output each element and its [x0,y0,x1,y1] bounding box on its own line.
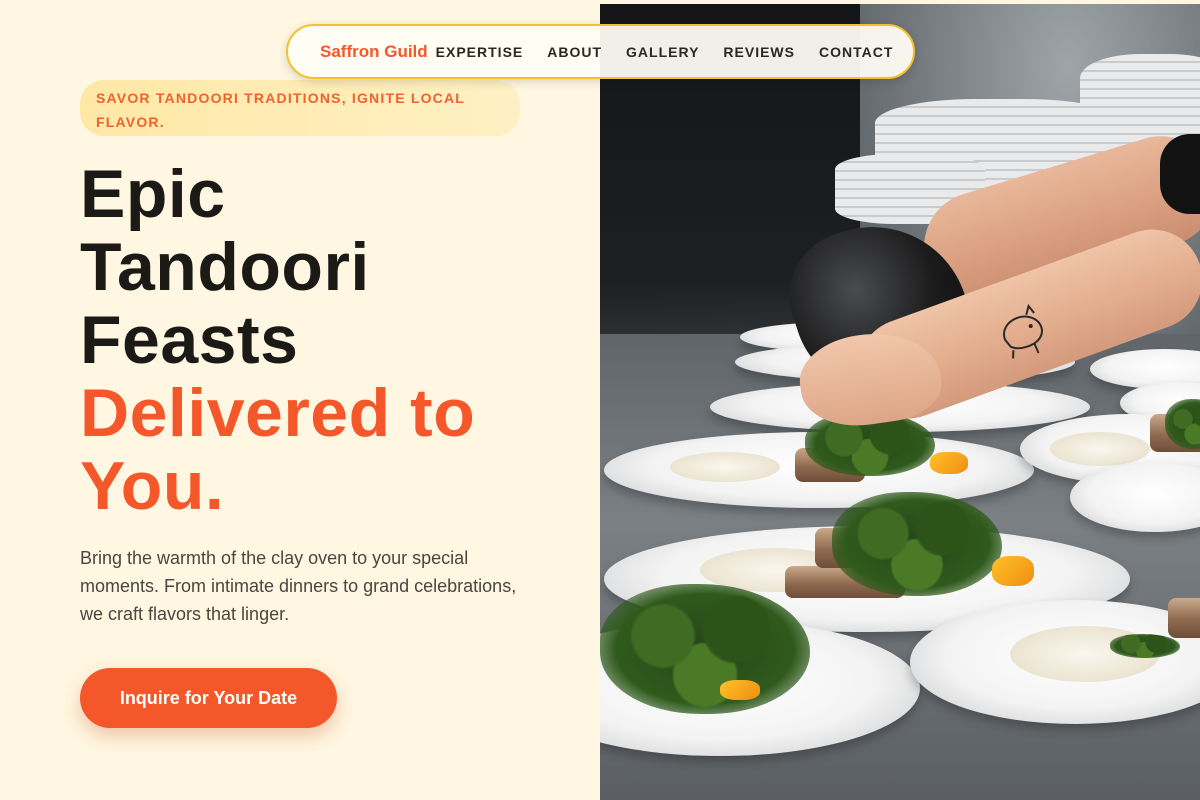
inquire-button[interactable]: Inquire for Your Date [80,668,337,728]
puree [670,452,780,482]
greens-garnish [600,584,810,714]
nav-link-about[interactable]: ABOUT [547,44,602,60]
roasted-pepper [992,556,1034,586]
nav-link-contact[interactable]: CONTACT [819,44,893,60]
headline-line: Feasts [80,302,299,378]
hero-intro: Bring the warmth of the clay oven to you… [80,548,517,624]
roasted-pepper [930,452,968,474]
hero-section: SAVOR TANDOORI TRADITIONS, IGNITE LOCAL … [0,0,600,800]
hero-headline: Epic Tandoori Feasts Delivered to You. [80,158,580,523]
greens-garnish [832,492,1002,596]
greens-garnish [1110,634,1180,658]
nav-links: EXPERTISE ABOUT GALLERY REVIEWS CONTACT [436,44,894,60]
puree [1050,432,1150,466]
tattoo-icon [1003,303,1043,359]
landing-page: SAVOR TANDOORI TRADITIONS, IGNITE LOCAL … [0,0,1200,800]
roasted-pepper [720,680,760,700]
hero-food-photo [600,4,1200,800]
headline-line: Epic [80,156,226,232]
hero-tagline: SAVOR TANDOORI TRADITIONS, IGNITE LOCAL … [80,80,520,136]
tandoori-meat [1168,598,1200,638]
headline-accent-line: Delivered to [80,375,476,451]
chef-sleeve [1160,134,1200,214]
nav-link-reviews[interactable]: REVIEWS [723,44,795,60]
top-navigation: Saffron Guild EXPERTISE ABOUT GALLERY RE… [286,24,915,79]
headline-line: Tandoori [80,229,370,305]
nav-link-gallery[interactable]: GALLERY [626,44,699,60]
brand-logo-link[interactable]: Saffron Guild [320,42,428,62]
headline-accent-line: You. [80,448,225,524]
nav-link-expertise[interactable]: EXPERTISE [436,44,524,60]
